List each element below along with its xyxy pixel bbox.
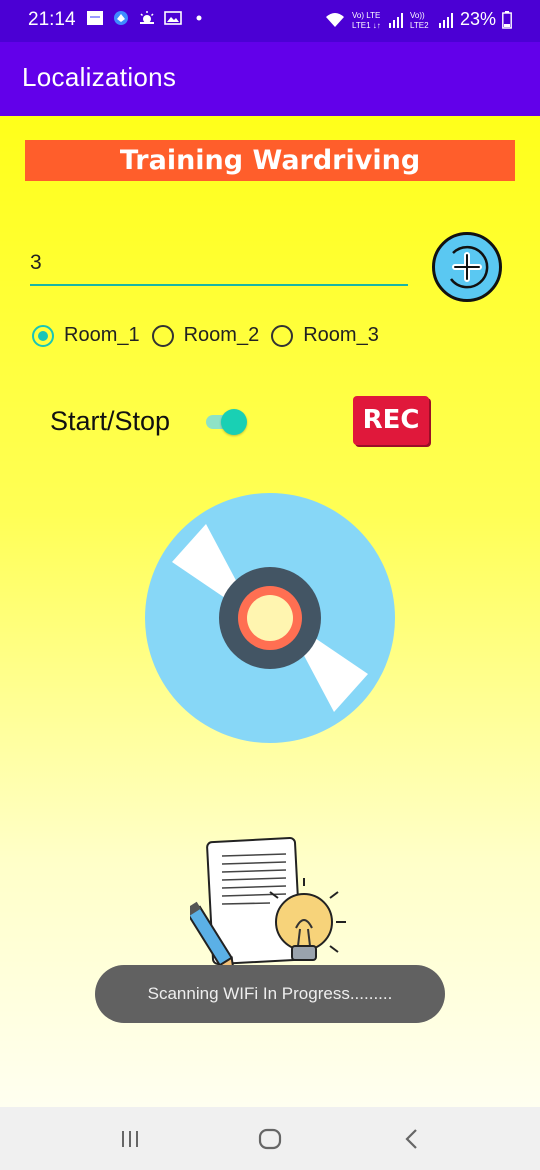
main-content: Training Wardriving Room_1 Room_2 Room_3… xyxy=(0,116,540,1107)
svg-text:LTE2: LTE2 xyxy=(410,21,429,30)
battery-percent: 23% xyxy=(459,9,496,29)
status-time: 21:14 xyxy=(28,9,76,30)
lte1-icon: Vo) LTELTE1 ↓↑ xyxy=(352,11,381,30)
plus-circle-icon xyxy=(449,245,489,289)
radio-room-2[interactable]: Room_2 xyxy=(151,324,260,347)
radio-room-3[interactable]: Room_3 xyxy=(271,324,379,347)
signal1-icon xyxy=(388,12,403,28)
wifi-icon xyxy=(325,12,344,27)
radio-unchecked-indicator[interactable] xyxy=(151,324,174,347)
status-right: Vo) LTE LTE1 ↓↑ Vo)) LTE2 23% xyxy=(324,9,512,30)
app-bar: Localizations xyxy=(0,42,540,116)
number-input[interactable] xyxy=(30,244,408,282)
radio-label: Room_1 xyxy=(64,324,140,346)
app-icon xyxy=(114,11,128,25)
recent-apps-icon[interactable] xyxy=(116,1125,144,1153)
number-input-container xyxy=(30,244,408,286)
radio-room-1[interactable]: Room_1 xyxy=(32,324,140,347)
dot-icon xyxy=(196,15,202,21)
svg-text:LTE1 ↓↑: LTE1 ↓↑ xyxy=(352,21,381,30)
signal2-icon xyxy=(438,12,453,28)
svg-text:Vo) LTE: Vo) LTE xyxy=(352,11,380,20)
toast-message: Scanning WIFi In Progress......... xyxy=(95,965,445,1023)
battery-icon xyxy=(502,10,512,29)
app-title: Localizations xyxy=(22,62,177,92)
svg-text:Vo)): Vo)) xyxy=(410,11,425,20)
system-nav-bar xyxy=(0,1107,540,1170)
room-radio-group: Room_1 Room_2 Room_3 xyxy=(32,324,381,347)
weather-icon xyxy=(140,11,154,24)
disc-icon xyxy=(145,493,395,743)
home-icon[interactable] xyxy=(256,1125,284,1153)
lte2-icon: Vo))LTE2 xyxy=(410,11,429,30)
radio-label: Room_3 xyxy=(303,324,379,346)
radio-checked-indicator[interactable] xyxy=(32,324,54,347)
start-stop-switch[interactable] xyxy=(206,409,248,435)
radio-label: Room_2 xyxy=(183,324,260,346)
image-icon xyxy=(164,11,182,25)
start-stop-label: Start/Stop xyxy=(50,406,171,436)
rec-button[interactable]: REC xyxy=(353,396,429,445)
switch-thumb xyxy=(221,409,247,435)
notification-icons xyxy=(86,10,208,26)
radio-unchecked-indicator[interactable] xyxy=(271,324,294,347)
add-button[interactable] xyxy=(432,232,502,302)
gallery-icon xyxy=(87,11,103,25)
back-icon[interactable] xyxy=(398,1125,426,1153)
training-banner: Training Wardriving xyxy=(25,140,515,181)
status-bar: 21:14 Vo) LTE LTE1 ↓↑ Vo)) LTE2 23% xyxy=(0,0,540,42)
notes-idea-icon xyxy=(190,837,346,978)
